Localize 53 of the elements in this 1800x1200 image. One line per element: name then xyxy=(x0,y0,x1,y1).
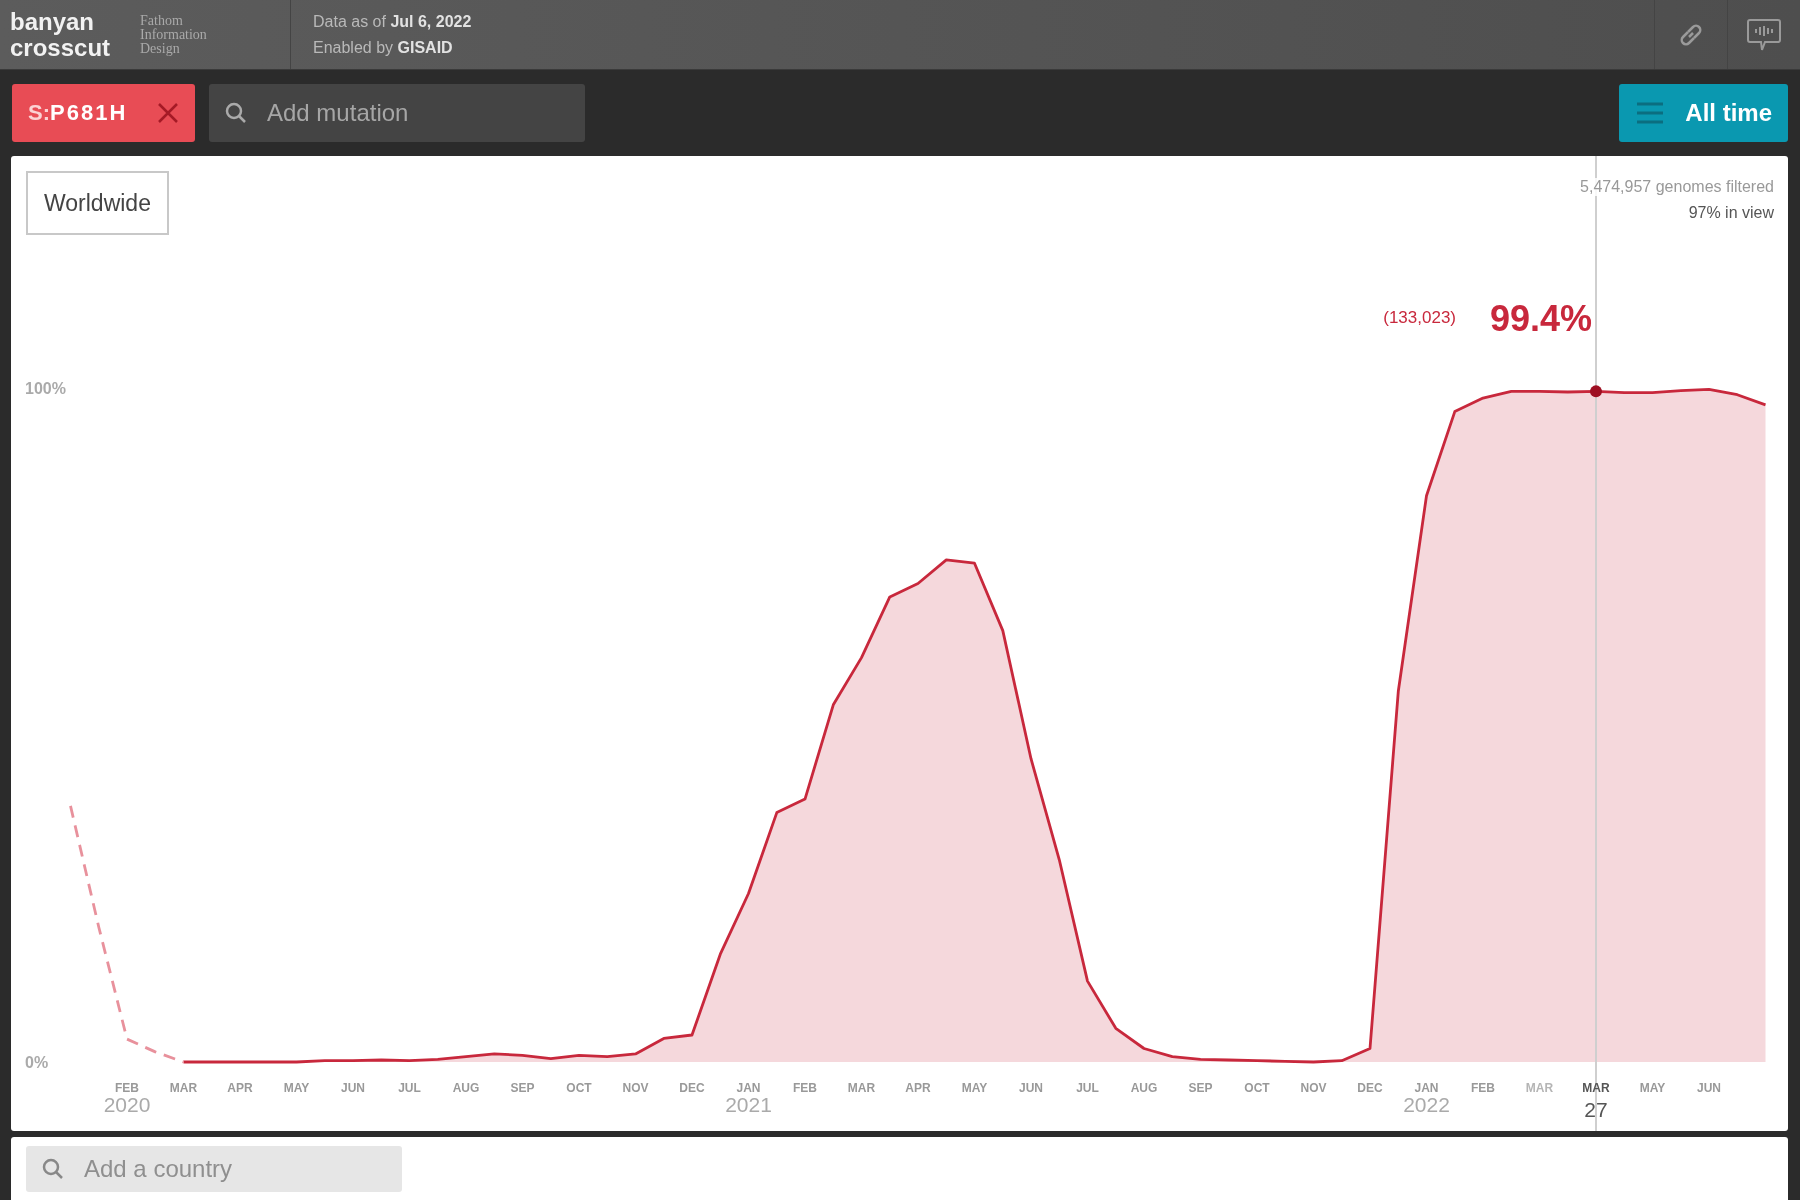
x-tick-label: FEB xyxy=(115,1081,139,1095)
genomes-filtered-text: 5,474,957 genomes filtered xyxy=(1580,178,1774,196)
credit-text: Fathom Information Design xyxy=(140,0,291,69)
x-tick-label: JUN xyxy=(341,1081,365,1095)
x-tick-label: JUN xyxy=(1019,1081,1043,1095)
x-tick-label: APR xyxy=(227,1081,253,1095)
x-tick-label: NOV xyxy=(622,1081,649,1095)
year-label: 2020 xyxy=(103,1093,151,1116)
genome-count: (133,023) xyxy=(1383,308,1456,328)
close-icon[interactable] xyxy=(157,102,179,124)
x-tick-label: JUL xyxy=(1076,1081,1099,1095)
menu-icon xyxy=(1637,102,1664,124)
data-date: Data as of Jul 6, 2022 xyxy=(313,12,472,31)
mutation-chip[interactable]: S:P681H xyxy=(12,84,195,142)
x-tick-label: SEP xyxy=(1188,1081,1213,1095)
x-tick-label: AUG xyxy=(452,1081,480,1095)
data-source: Enabled by GISAID xyxy=(313,38,454,57)
y-tick-label: 100% xyxy=(25,380,66,397)
x-tick-label: OCT xyxy=(1244,1081,1270,1095)
percentage-value: 99.4% xyxy=(1489,298,1592,340)
x-tick-label: MAR xyxy=(847,1081,876,1095)
x-tick-label: JAN xyxy=(736,1081,761,1095)
x-tick-label: APR xyxy=(905,1081,931,1095)
year-label: 2022 xyxy=(1403,1093,1450,1116)
hover-month-label: MAR xyxy=(1582,1081,1610,1095)
x-tick-label: JAN xyxy=(1414,1081,1439,1095)
x-tick-label: SEP xyxy=(510,1081,535,1095)
x-tick-label: MAY xyxy=(283,1081,310,1095)
x-tick-label: MAR xyxy=(1525,1081,1554,1095)
search-icon xyxy=(225,102,247,124)
y-tick-label: 0% xyxy=(25,1054,49,1071)
time-range-button[interactable]: All time xyxy=(1619,84,1788,142)
feedback-icon[interactable] xyxy=(1746,17,1782,52)
hover-day-label: 27 xyxy=(1584,1098,1608,1121)
search-icon xyxy=(42,1158,64,1180)
x-tick-label: DEC xyxy=(1357,1081,1383,1095)
x-tick-label: JUL xyxy=(398,1081,421,1095)
x-tick-label: FEB xyxy=(793,1081,817,1095)
x-tick-label: FEB xyxy=(1471,1081,1495,1095)
x-tick-label: JUN xyxy=(1697,1081,1721,1095)
hover-point xyxy=(1590,385,1602,398)
year-label: 2021 xyxy=(725,1093,772,1116)
country-search-field[interactable]: Add a country xyxy=(26,1146,402,1192)
x-tick-label: MAR xyxy=(169,1081,198,1095)
region-button[interactable]: Worldwide xyxy=(26,171,169,235)
x-tick-label: AUG xyxy=(1130,1081,1158,1095)
x-tick-label: MAY xyxy=(1639,1081,1666,1095)
x-tick-label: OCT xyxy=(566,1081,592,1095)
mutation-search-field[interactable]: Add mutation xyxy=(209,84,585,142)
x-tick-label: MAY xyxy=(961,1081,988,1095)
x-tick-label: NOV xyxy=(1300,1081,1327,1095)
app-logo[interactable]: banyan crosscut xyxy=(0,0,140,69)
x-tick-label: DEC xyxy=(679,1081,705,1095)
